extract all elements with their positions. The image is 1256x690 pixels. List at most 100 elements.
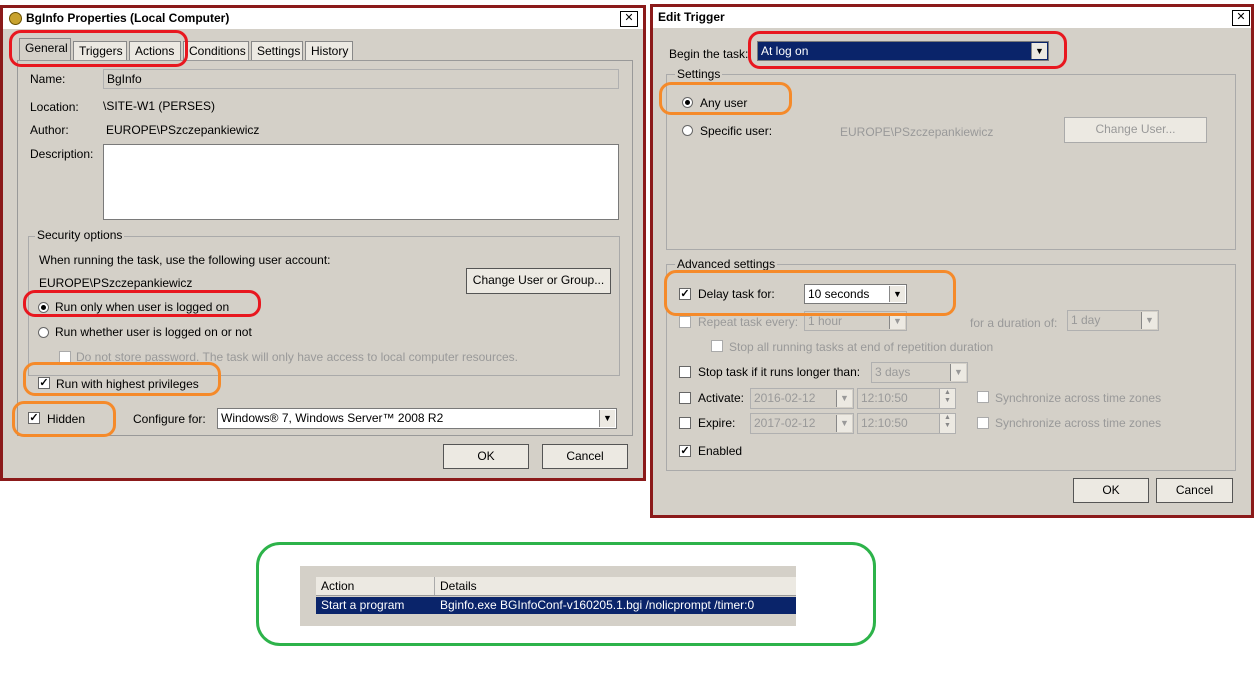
tab-general[interactable]: General <box>19 38 71 61</box>
security-options-label: Security options <box>35 228 125 242</box>
title-bar: BgInfo Properties (Local Computer) ✕ <box>3 8 643 29</box>
activate-checkbox[interactable] <box>679 392 691 404</box>
configure-for-label: Configure for: <box>133 412 206 426</box>
description-label: Description: <box>30 147 94 161</box>
repeat-dropdown[interactable]: 1 hour ▼ <box>804 311 907 331</box>
stop-all-label: Stop all running tasks at end of repetit… <box>729 340 994 354</box>
account-prompt: When running the task, use the following… <box>39 253 331 267</box>
table-row[interactable]: Start a program Bginfo.exe BGInfoConf-v1… <box>316 597 796 614</box>
tab-settings[interactable]: Settings <box>251 41 303 61</box>
spinner-icon: ▲ ▼ <box>939 389 955 408</box>
activate-label: Activate: <box>698 391 745 405</box>
description-field[interactable] <box>103 144 619 220</box>
expire-label: Expire: <box>698 416 736 430</box>
column-header-details[interactable]: Details <box>435 577 796 595</box>
change-user-group-button[interactable]: Change User or Group... <box>466 268 611 294</box>
settings-group-label: Settings <box>675 67 723 81</box>
radio-whether-label: Run whether user is logged on or not <box>55 325 252 339</box>
expire-time-field[interactable]: 12:10:50 ▲ ▼ <box>857 413 956 434</box>
chevron-down-icon: ▼ <box>1141 312 1157 329</box>
spinner-icon: ▲ ▼ <box>939 414 955 433</box>
begin-task-dropdown[interactable]: At log on ▼ <box>757 41 1049 61</box>
cancel-button[interactable]: Cancel <box>1156 478 1233 503</box>
any-user-label: Any user <box>700 96 748 110</box>
cancel-button[interactable]: Cancel <box>542 444 628 469</box>
activate-time-value: 12:10:50 <box>861 391 908 405</box>
duration-dropdown[interactable]: 1 day ▼ <box>1067 310 1159 331</box>
row-details-cell: Bginfo.exe BGInfoConf-v160205.1.bgi /nol… <box>440 598 755 612</box>
delay-dropdown[interactable]: 10 seconds ▼ <box>804 284 907 304</box>
name-label: Name: <box>30 72 66 86</box>
table-header: Action Details <box>316 577 796 596</box>
window-title: Edit Trigger <box>658 10 725 24</box>
delay-label: Delay task for: <box>698 287 775 301</box>
clock-icon <box>9 12 22 25</box>
location-label: Location: <box>30 100 79 114</box>
expire-date-field[interactable]: 2017-02-12 ▼ <box>750 413 854 434</box>
settings-group <box>666 74 1236 250</box>
stop-longer-label: Stop task if it runs longer than: <box>698 365 861 379</box>
activate-sync-checkbox[interactable] <box>977 391 989 403</box>
radio-logged-on[interactable] <box>38 302 49 313</box>
no-store-password-checkbox[interactable] <box>59 351 71 363</box>
tab-actions[interactable]: Actions <box>129 41 181 61</box>
delay-value: 10 seconds <box>808 287 870 301</box>
stop-longer-checkbox[interactable] <box>679 366 691 378</box>
begin-task-label: Begin the task: <box>669 47 749 61</box>
chevron-down-icon: ▼ <box>836 390 852 407</box>
repeat-label: Repeat task every: <box>698 315 799 329</box>
activate-sync-label: Synchronize across time zones <box>995 391 1162 405</box>
task-properties-dialog: BgInfo Properties (Local Computer) ✕ Gen… <box>0 5 646 481</box>
row-action-cell: Start a program <box>321 598 405 612</box>
expire-checkbox[interactable] <box>679 417 691 429</box>
tab-triggers[interactable]: Triggers <box>73 41 127 61</box>
window-title: BgInfo Properties (Local Computer) <box>26 11 230 25</box>
enabled-checkbox[interactable]: ✓ <box>679 445 691 457</box>
author-label: Author: <box>30 123 69 137</box>
close-button[interactable]: ✕ <box>1232 10 1250 26</box>
expire-sync-checkbox[interactable] <box>977 417 989 429</box>
chevron-down-icon: ▼ <box>599 410 615 427</box>
activate-date-field[interactable]: 2016-02-12 ▼ <box>750 388 854 409</box>
radio-whether-logged-on[interactable] <box>38 327 49 338</box>
ok-button[interactable]: OK <box>1073 478 1149 503</box>
stop-longer-dropdown[interactable]: 3 days ▼ <box>871 362 968 383</box>
hidden-checkbox[interactable]: ✓ <box>28 412 40 424</box>
highest-privileges-checkbox[interactable]: ✓ <box>38 377 50 389</box>
chevron-down-icon: ▼ <box>889 286 905 302</box>
name-field[interactable]: BgInfo <box>103 69 619 89</box>
activate-date-value: 2016-02-12 <box>754 391 816 405</box>
column-header-action[interactable]: Action <box>316 577 435 595</box>
chevron-down-icon: ▼ <box>1031 43 1047 59</box>
expire-date-value: 2017-02-12 <box>754 416 816 430</box>
stop-all-checkbox[interactable] <box>711 340 723 352</box>
no-store-password-label: Do not store password. The task will onl… <box>76 350 518 364</box>
location-value: \SITE-W1 (PERSES) <box>103 99 216 113</box>
delay-checkbox[interactable]: ✓ <box>679 288 691 300</box>
repeat-value: 1 hour <box>808 314 843 328</box>
edit-trigger-dialog: Edit Trigger ✕ Begin the task: At log on… <box>650 4 1254 518</box>
radio-any-user[interactable] <box>682 97 693 108</box>
specific-user-value: EUROPE\PSzczepankiewicz <box>840 125 994 139</box>
radio-specific-user[interactable] <box>682 125 693 136</box>
begin-task-value: At log on <box>761 44 809 58</box>
expire-sync-label: Synchronize across time zones <box>995 416 1162 430</box>
configure-for-dropdown[interactable]: Windows® 7, Windows Server™ 2008 R2 ▼ <box>217 408 617 429</box>
tab-conditions[interactable]: Conditions <box>183 41 249 61</box>
radio-logged-on-label: Run only when user is logged on <box>55 300 230 314</box>
duration-label: for a duration of: <box>970 316 1058 330</box>
repeat-checkbox[interactable] <box>679 316 691 328</box>
chevron-down-icon: ▼ <box>889 313 905 329</box>
activate-time-field[interactable]: 12:10:50 ▲ ▼ <box>857 388 956 409</box>
hidden-label: Hidden <box>47 412 86 426</box>
chevron-down-icon: ▼ <box>836 415 852 432</box>
ok-button[interactable]: OK <box>443 444 529 469</box>
duration-value: 1 day <box>1071 313 1101 327</box>
tab-history[interactable]: History <box>305 41 353 61</box>
author-value: EUROPE\PSzczepankiewicz <box>106 123 260 137</box>
stop-longer-value: 3 days <box>875 365 911 379</box>
configure-for-value: Windows® 7, Windows Server™ 2008 R2 <box>221 411 444 425</box>
close-button[interactable]: ✕ <box>620 11 638 27</box>
specific-user-label: Specific user: <box>700 124 773 138</box>
change-user-button[interactable]: Change User... <box>1064 117 1207 143</box>
